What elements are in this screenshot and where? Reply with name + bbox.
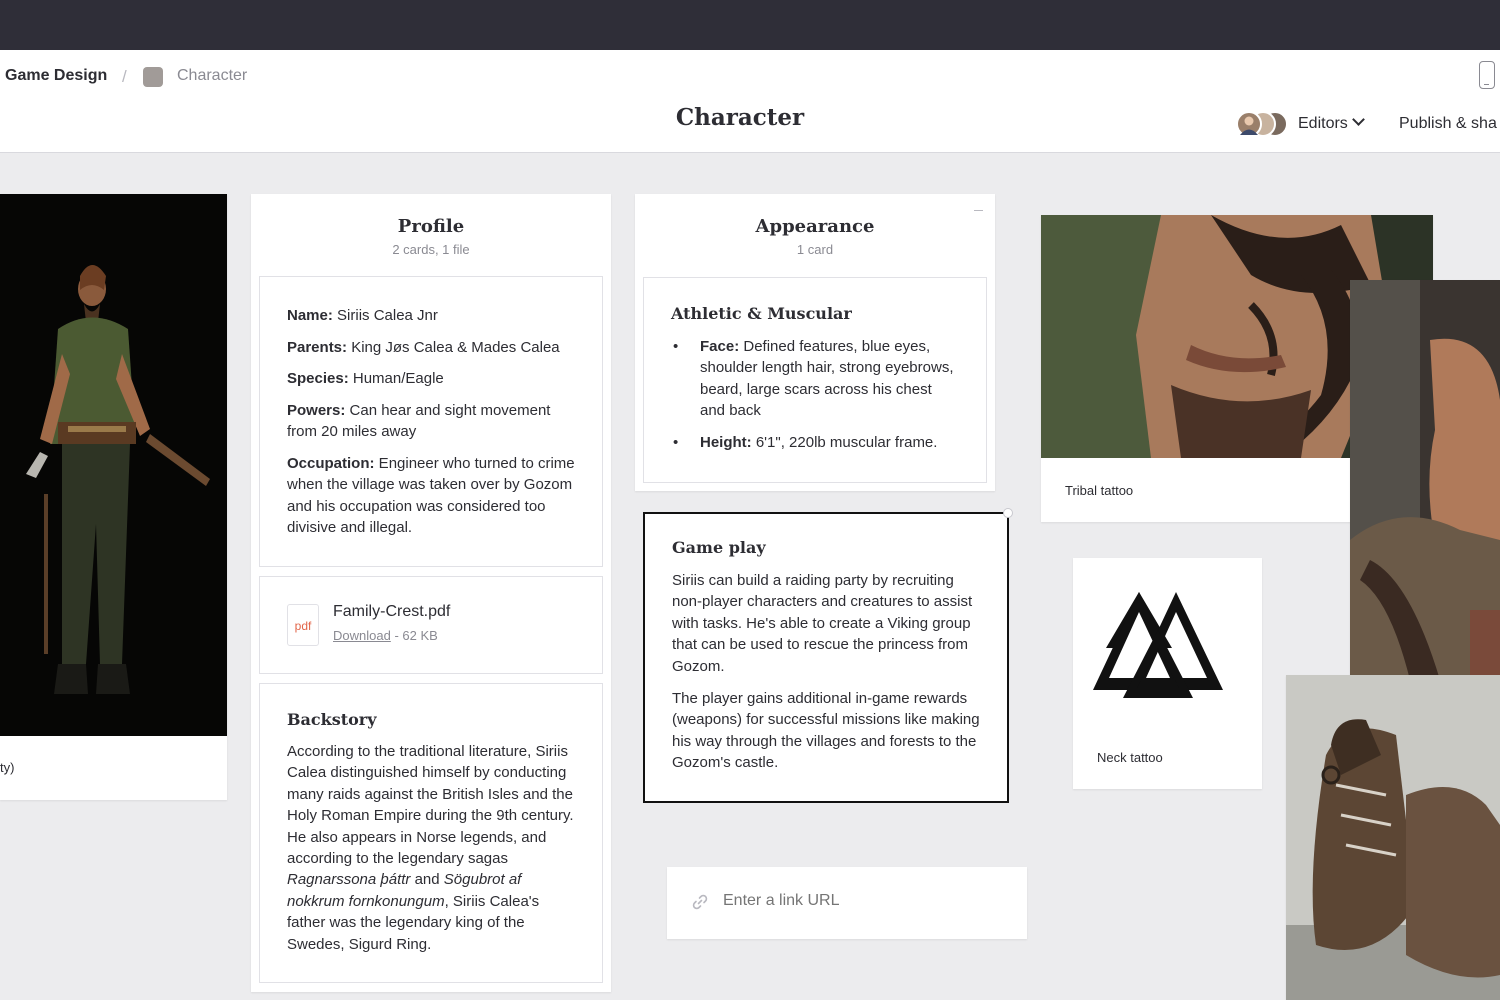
profile-field-occupation: Occupation: Engineer who turned to crime… xyxy=(287,454,575,537)
warrior-portrait-card[interactable] xyxy=(1350,280,1500,680)
image-caption: Neck tattoo xyxy=(1097,750,1163,765)
list-item: Height: 6'1", 220lb muscular frame. xyxy=(671,432,960,454)
pdf-file-icon: pdf xyxy=(287,604,319,646)
appearance-title: Appearance xyxy=(755,216,875,237)
profile-subtitle: 2 cards, 1 file xyxy=(392,242,470,257)
file-size: - 62 KB xyxy=(390,628,438,643)
file-name[interactable]: Family-Crest.pdf xyxy=(333,603,450,621)
link-url-input[interactable] xyxy=(721,891,1005,911)
breadcrumb-separator: / xyxy=(122,67,127,86)
valknut-symbol xyxy=(1093,592,1223,698)
image-caption: ty) xyxy=(0,760,15,775)
phone-preview-icon[interactable] xyxy=(1479,61,1495,89)
profile-field-parents: Parents: King Jøs Calea & Mades Calea xyxy=(287,338,560,356)
file-card[interactable]: pdf Family-Crest.pdf Download - 62 KB xyxy=(259,576,603,674)
appearance-column[interactable]: Appearance 1 card Athletic & Muscular Fa… xyxy=(635,194,995,491)
character-photo xyxy=(0,194,227,736)
appearance-note-title: Athletic & Muscular xyxy=(671,304,852,323)
backstory-text: According to the traditional literature,… xyxy=(287,743,574,953)
editors-dropdown[interactable]: Editors xyxy=(1298,113,1365,133)
profile-field-powers: Powers: Can hear and sight movement from… xyxy=(287,401,551,441)
file-meta: Download - 62 KB xyxy=(333,628,438,643)
boots-photo xyxy=(1286,675,1500,1000)
breadcrumb-current[interactable]: Character xyxy=(177,67,247,85)
editor-avatars[interactable] xyxy=(1236,111,1292,139)
gameplay-title: Game play xyxy=(672,538,766,557)
backstory-title: Backstory xyxy=(287,710,377,729)
chevron-down-icon xyxy=(1351,113,1365,126)
publish-share-button[interactable]: Publish & sha xyxy=(1399,115,1497,133)
character-image-card[interactable]: ty) xyxy=(0,194,227,800)
app-top-bar xyxy=(0,0,1500,50)
boots-image-card[interactable] xyxy=(1286,675,1500,1000)
gameplay-note-card[interactable]: Game play Siriis can build a raiding par… xyxy=(643,508,1013,803)
breadcrumb-root[interactable]: Game Design xyxy=(5,67,107,85)
board-header: Game Design / Character Character Editor… xyxy=(0,50,1500,153)
profile-column[interactable]: Profile 2 cards, 1 file Name: Siriis Cal… xyxy=(251,194,611,992)
backstory-note-card[interactable]: Backstory According to the traditional l… xyxy=(259,683,603,983)
board-icon xyxy=(143,67,163,87)
neck-tattoo-card[interactable]: Neck tattoo xyxy=(1073,558,1262,789)
gameplay-paragraph: Siriis can build a raiding party by recr… xyxy=(672,572,973,675)
avatar xyxy=(1236,111,1262,137)
list-item: Face: Defined features, blue eyes, shoul… xyxy=(671,336,960,422)
editors-label: Editors xyxy=(1298,115,1348,132)
image-caption: Tribal tattoo xyxy=(1065,483,1134,498)
appearance-subtitle: 1 card xyxy=(796,242,834,257)
appearance-note-card[interactable]: Athletic & Muscular Face: Defined featur… xyxy=(643,277,987,483)
link-icon xyxy=(692,894,708,910)
profile-field-name: Name: Siriis Calea Jnr xyxy=(287,307,438,324)
collapse-icon[interactable] xyxy=(974,210,983,211)
profile-field-species: Species: Human/Eagle xyxy=(287,370,444,387)
profile-title: Profile xyxy=(397,216,465,237)
profile-note-card[interactable]: Name: Siriis Calea Jnr Parents: King Jøs… xyxy=(259,276,603,567)
resize-handle[interactable] xyxy=(1003,508,1013,518)
gameplay-paragraph: The player gains additional in-game rewa… xyxy=(672,690,980,772)
warrior-portrait-photo xyxy=(1350,280,1500,680)
appearance-list: Face: Defined features, blue eyes, shoul… xyxy=(671,336,960,453)
link-card[interactable] xyxy=(667,867,1027,939)
download-link[interactable]: Download xyxy=(333,628,391,643)
